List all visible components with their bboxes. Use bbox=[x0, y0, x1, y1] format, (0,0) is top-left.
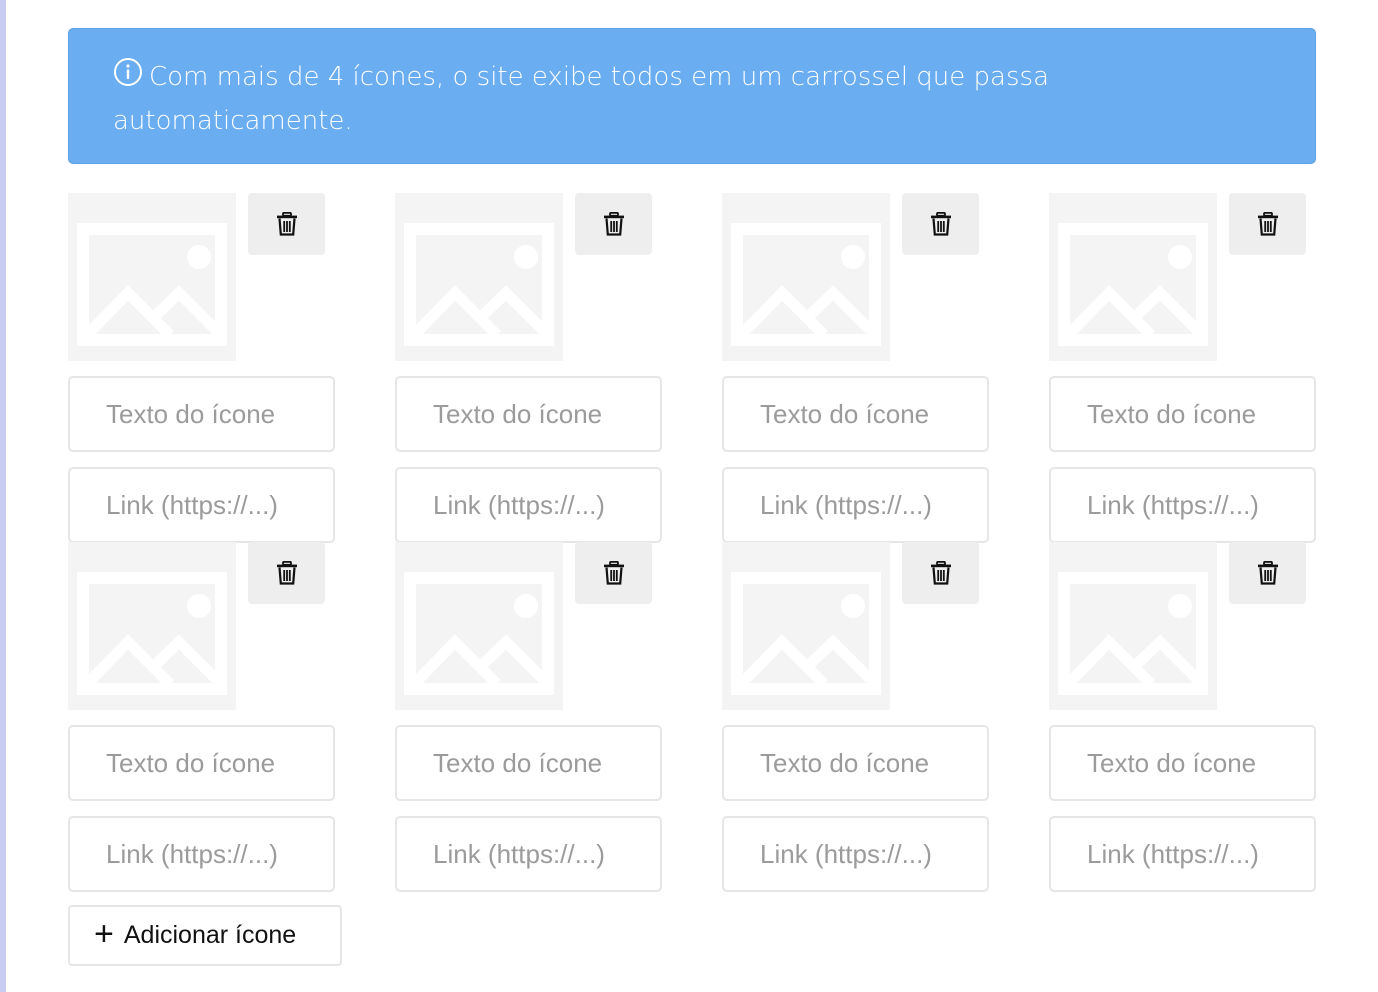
left-rail bbox=[0, 0, 6, 992]
icon-link-input[interactable] bbox=[68, 467, 335, 543]
image-placeholder-icon bbox=[731, 223, 881, 346]
delete-icon-button[interactable] bbox=[575, 542, 652, 604]
image-placeholder-icon bbox=[1058, 572, 1208, 695]
icon-text-input[interactable] bbox=[395, 725, 662, 801]
icon-text-input[interactable] bbox=[722, 376, 989, 452]
trash-icon bbox=[930, 212, 951, 236]
trash-icon bbox=[930, 561, 951, 585]
icon-link-input[interactable] bbox=[395, 816, 662, 892]
delete-icon-button[interactable] bbox=[902, 193, 979, 255]
image-placeholder-icon bbox=[404, 572, 554, 695]
icon-link-input[interactable] bbox=[395, 467, 662, 543]
trash-icon bbox=[603, 212, 624, 236]
trash-icon bbox=[603, 561, 624, 585]
icon-text-input[interactable] bbox=[395, 376, 662, 452]
image-placeholder[interactable] bbox=[395, 193, 563, 361]
image-placeholder[interactable] bbox=[68, 193, 236, 361]
image-placeholder[interactable] bbox=[722, 193, 890, 361]
image-placeholder-icon bbox=[404, 223, 554, 346]
icon-link-input[interactable] bbox=[1049, 816, 1316, 892]
image-placeholder[interactable] bbox=[68, 542, 236, 710]
trash-icon bbox=[276, 561, 297, 585]
icon-text-input[interactable] bbox=[722, 725, 989, 801]
info-banner-text: Com mais de 4 ícones, o site exibe todos… bbox=[113, 62, 1050, 136]
image-placeholder-icon bbox=[1058, 223, 1208, 346]
delete-icon-button[interactable] bbox=[902, 542, 979, 604]
icon-text-input[interactable] bbox=[68, 725, 335, 801]
delete-icon-button[interactable] bbox=[248, 542, 325, 604]
add-icon-label: Adicionar ícone bbox=[123, 921, 297, 949]
icon-text-input[interactable] bbox=[68, 376, 335, 452]
info-circle-icon bbox=[113, 57, 143, 100]
icon-link-input[interactable] bbox=[722, 816, 989, 892]
image-placeholder[interactable] bbox=[1049, 542, 1217, 710]
image-placeholder[interactable] bbox=[722, 542, 890, 710]
add-icon-button[interactable]: + Adicionar ícone bbox=[68, 905, 342, 966]
icon-text-input[interactable] bbox=[1049, 725, 1316, 801]
image-placeholder-icon bbox=[731, 572, 881, 695]
delete-icon-button[interactable] bbox=[575, 193, 652, 255]
delete-icon-button[interactable] bbox=[248, 193, 325, 255]
image-placeholder[interactable] bbox=[1049, 193, 1217, 361]
icon-text-input[interactable] bbox=[1049, 376, 1316, 452]
icon-link-input[interactable] bbox=[68, 816, 335, 892]
image-placeholder-icon bbox=[77, 223, 227, 346]
image-placeholder[interactable] bbox=[395, 542, 563, 710]
icon-link-input[interactable] bbox=[722, 467, 989, 543]
delete-icon-button[interactable] bbox=[1229, 193, 1306, 255]
trash-icon bbox=[1257, 561, 1278, 585]
trash-icon bbox=[1257, 212, 1278, 236]
delete-icon-button[interactable] bbox=[1229, 542, 1306, 604]
image-placeholder-icon bbox=[77, 572, 227, 695]
info-banner: Com mais de 4 ícones, o site exibe todos… bbox=[68, 28, 1316, 164]
trash-icon bbox=[276, 212, 297, 236]
plus-icon: + bbox=[94, 914, 114, 953]
icon-link-input[interactable] bbox=[1049, 467, 1316, 543]
